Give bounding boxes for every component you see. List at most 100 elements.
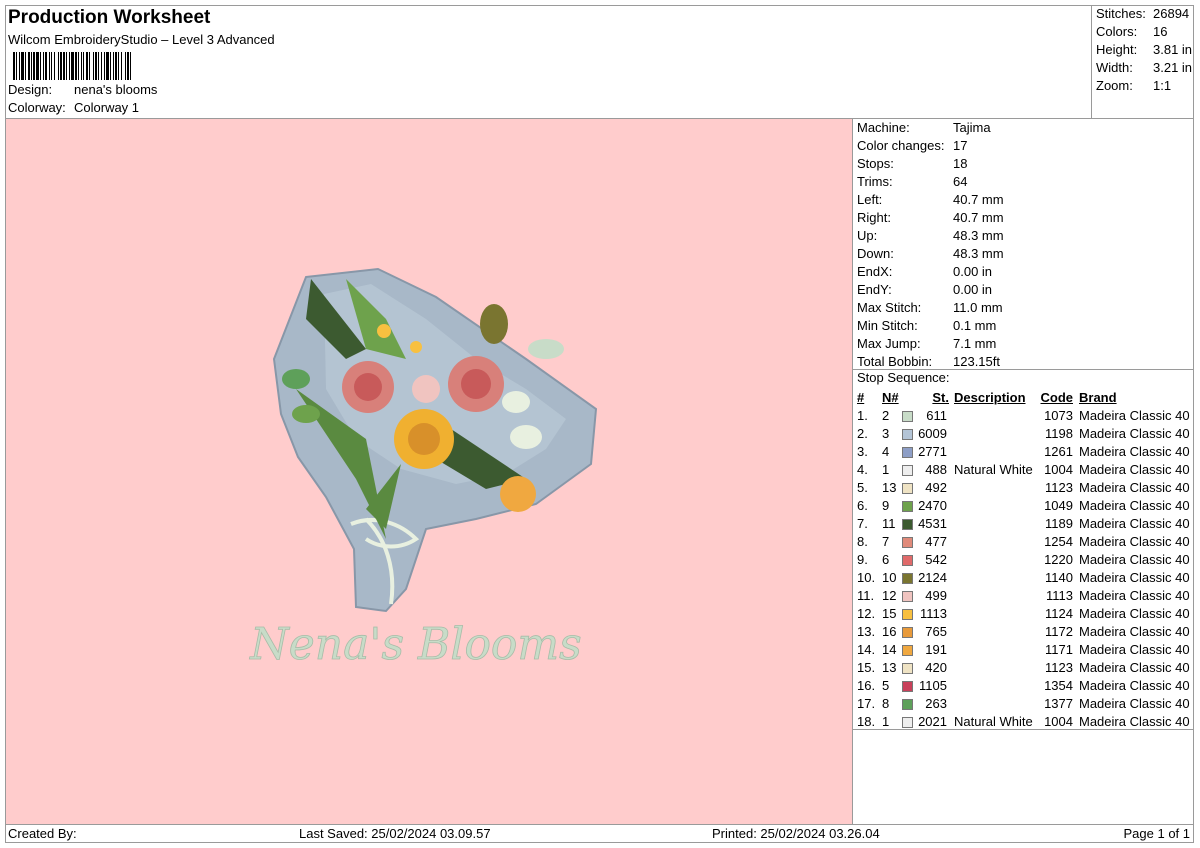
sequence-cell-brand: Madeira Classic 40 — [1079, 570, 1190, 585]
sequence-cell-n: 13 — [882, 660, 897, 675]
sequence-cell-brand: Madeira Classic 40 — [1079, 516, 1190, 531]
machine-info-row: Up: 48.3 mm — [857, 227, 1004, 245]
column-header-st: St. — [932, 390, 949, 405]
sequence-cell-num: 14. — [857, 642, 876, 657]
sequence-cell-n: 11 — [882, 516, 896, 531]
sequence-cell-brand: Madeira Classic 40 — [1079, 426, 1190, 441]
zoom-value: 1:1 — [1153, 78, 1172, 93]
sequence-cell-code: 1171 — [1045, 642, 1073, 657]
design-stats: Stitches: 26894 Colors: 16 Height: 3.81 in … — [1091, 5, 1194, 118]
machine-info-row: Min Stitch: 0.1 mm — [857, 317, 996, 335]
sequence-cell-code: 1220 — [1044, 552, 1073, 567]
machine-info-label: Max Stitch: — [857, 300, 922, 315]
printed-date: Printed: 25/02/2024 03.26.04 — [712, 826, 880, 841]
sequence-cell-n: 1 — [882, 714, 890, 729]
sequence-row: 18. 1 2021 Natural White 1004 Madeira Classic… — [853, 713, 1194, 731]
sequence-cell-n: 15 — [882, 606, 897, 621]
column-header-description: Description — [954, 390, 1026, 405]
sequence-cell-st: 2021 — [918, 714, 947, 729]
thread-color-swatch — [902, 573, 913, 584]
thread-color-swatch — [902, 717, 913, 728]
width-label: Width: — [1096, 60, 1133, 75]
sequence-cell-code: 1113 — [1046, 588, 1073, 603]
sequence-row: 11. 12 499 1113 Madeira Classic 40 — [853, 587, 1194, 605]
thread-color-swatch — [902, 519, 913, 530]
sequence-cell-brand: Madeira Classic 40 — [1079, 678, 1190, 693]
machine-info-value: 48.3 mm — [953, 246, 1004, 261]
stitches-row: Stitches: 26894 — [1096, 6, 1189, 21]
sequence-cell-n: 12 — [882, 588, 897, 603]
thread-color-swatch — [902, 429, 913, 440]
sequence-row: 14. 14 191 1171 Madeira Classic 40 — [853, 641, 1194, 659]
sequence-row: 13. 16 765 1172 Madeira Classic 40 — [853, 623, 1194, 641]
sequence-cell-st: 263 — [925, 696, 947, 711]
worksheet-header: Production Worksheet Wilcom EmbroiderySt… — [5, 5, 1091, 118]
sequence-cell-n: 9 — [882, 498, 890, 513]
page-number: Page 1 of 1 — [1123, 826, 1191, 841]
thread-color-swatch — [902, 663, 913, 674]
sequence-cell-code: 1261 — [1044, 444, 1073, 459]
machine-info-row: Trims: 64 — [857, 173, 967, 191]
sequence-cell-code: 1172 — [1045, 624, 1073, 639]
sequence-row: 6. 9 2470 1049 Madeira Classic 40 — [853, 497, 1194, 515]
machine-info-label: Left: — [857, 192, 883, 207]
sequence-cell-st: 542 — [925, 552, 947, 567]
sequence-cell-num: 13. — [857, 624, 876, 639]
sequence-cell-n: 5 — [882, 678, 890, 693]
column-header-code: Code — [1040, 390, 1074, 405]
machine-info-label: EndY: — [857, 282, 892, 297]
stitches-value: 26894 — [1153, 6, 1190, 21]
thread-color-swatch — [902, 645, 913, 656]
sequence-cell-code: 1123 — [1045, 660, 1073, 675]
sequence-cell-num: 9. — [857, 552, 868, 567]
sequence-cell-brand: Madeira Classic 40 — [1079, 624, 1190, 639]
sequence-row: 1. 2 611 1073 Madeira Classic 40 — [853, 407, 1194, 425]
sequence-cell-num: 5. — [857, 480, 868, 495]
machine-info-value: 0.00 in — [953, 282, 993, 297]
machine-info-value: 18 — [953, 156, 968, 171]
sequence-cell-num: 8. — [857, 534, 868, 549]
sequence-row: 3. 4 2771 1261 Madeira Classic 40 — [853, 443, 1194, 461]
zoom-row: Zoom: 1:1 — [1096, 78, 1171, 93]
sequence-cell-brand: Madeira Classic 40 — [1079, 498, 1190, 513]
sequence-cell-st: 611 — [926, 408, 947, 423]
machine-info-row: Color changes: 17 — [857, 137, 967, 155]
thread-color-swatch — [902, 411, 913, 422]
sequence-cell-brand: Madeira Classic 40 — [1079, 696, 1190, 711]
sequence-cell-brand: Madeira Classic 40 — [1079, 588, 1190, 603]
colors-label: Colors: — [1096, 24, 1138, 39]
created-by: Created By: — [8, 826, 77, 841]
thread-color-swatch — [902, 699, 913, 710]
height-label: Height: — [1096, 42, 1138, 57]
thread-color-swatch — [902, 681, 913, 692]
thread-color-swatch — [902, 627, 913, 638]
worksheet-footer: Created By: Last Saved: 25/02/2024 03.09… — [5, 824, 1194, 843]
sequence-row: 15. 13 420 1123 Madeira Classic 40 — [853, 659, 1194, 677]
barcode-bar — [131, 52, 133, 80]
thread-color-swatch — [902, 483, 913, 494]
sequence-row: 5. 13 492 1123 Madeira Classic 40 — [853, 479, 1194, 497]
sequence-cell-code: 1254 — [1044, 534, 1073, 549]
sequence-cell-st: 420 — [925, 660, 947, 675]
sequence-cell-n: 1 — [882, 462, 890, 477]
machine-info-label: Down: — [857, 246, 894, 261]
design-row: Design: nena's blooms — [8, 82, 157, 97]
machine-info-value: 7.1 mm — [953, 336, 997, 351]
sequence-cell-st: 2771 — [918, 444, 947, 459]
sequence-cell-num: 16. — [857, 678, 876, 693]
sequence-cell-num: 1. — [857, 408, 868, 423]
sequence-cell-n: 8 — [882, 696, 890, 711]
machine-info-row: Down: 48.3 mm — [857, 245, 1004, 263]
width-value: 3.21 in — [1153, 60, 1193, 75]
machine-info-label: Stops: — [857, 156, 894, 171]
sequence-cell-num: 6. — [857, 498, 868, 513]
machine-info-row: Right: 40.7 mm — [857, 209, 1004, 227]
sequence-cell-code: 1124 — [1045, 606, 1073, 621]
design-label: Design: — [8, 82, 53, 97]
sequence-cell-num: 12. — [857, 606, 876, 621]
sequence-cell-code: 1004 — [1044, 462, 1073, 477]
sequence-row: 9. 6 542 1220 Madeira Classic 40 — [853, 551, 1194, 569]
machine-info-value: 48.3 mm — [953, 228, 1004, 243]
width-row: Width: 3.21 in — [1096, 60, 1192, 75]
sequence-cell-num: 17. — [857, 696, 876, 711]
